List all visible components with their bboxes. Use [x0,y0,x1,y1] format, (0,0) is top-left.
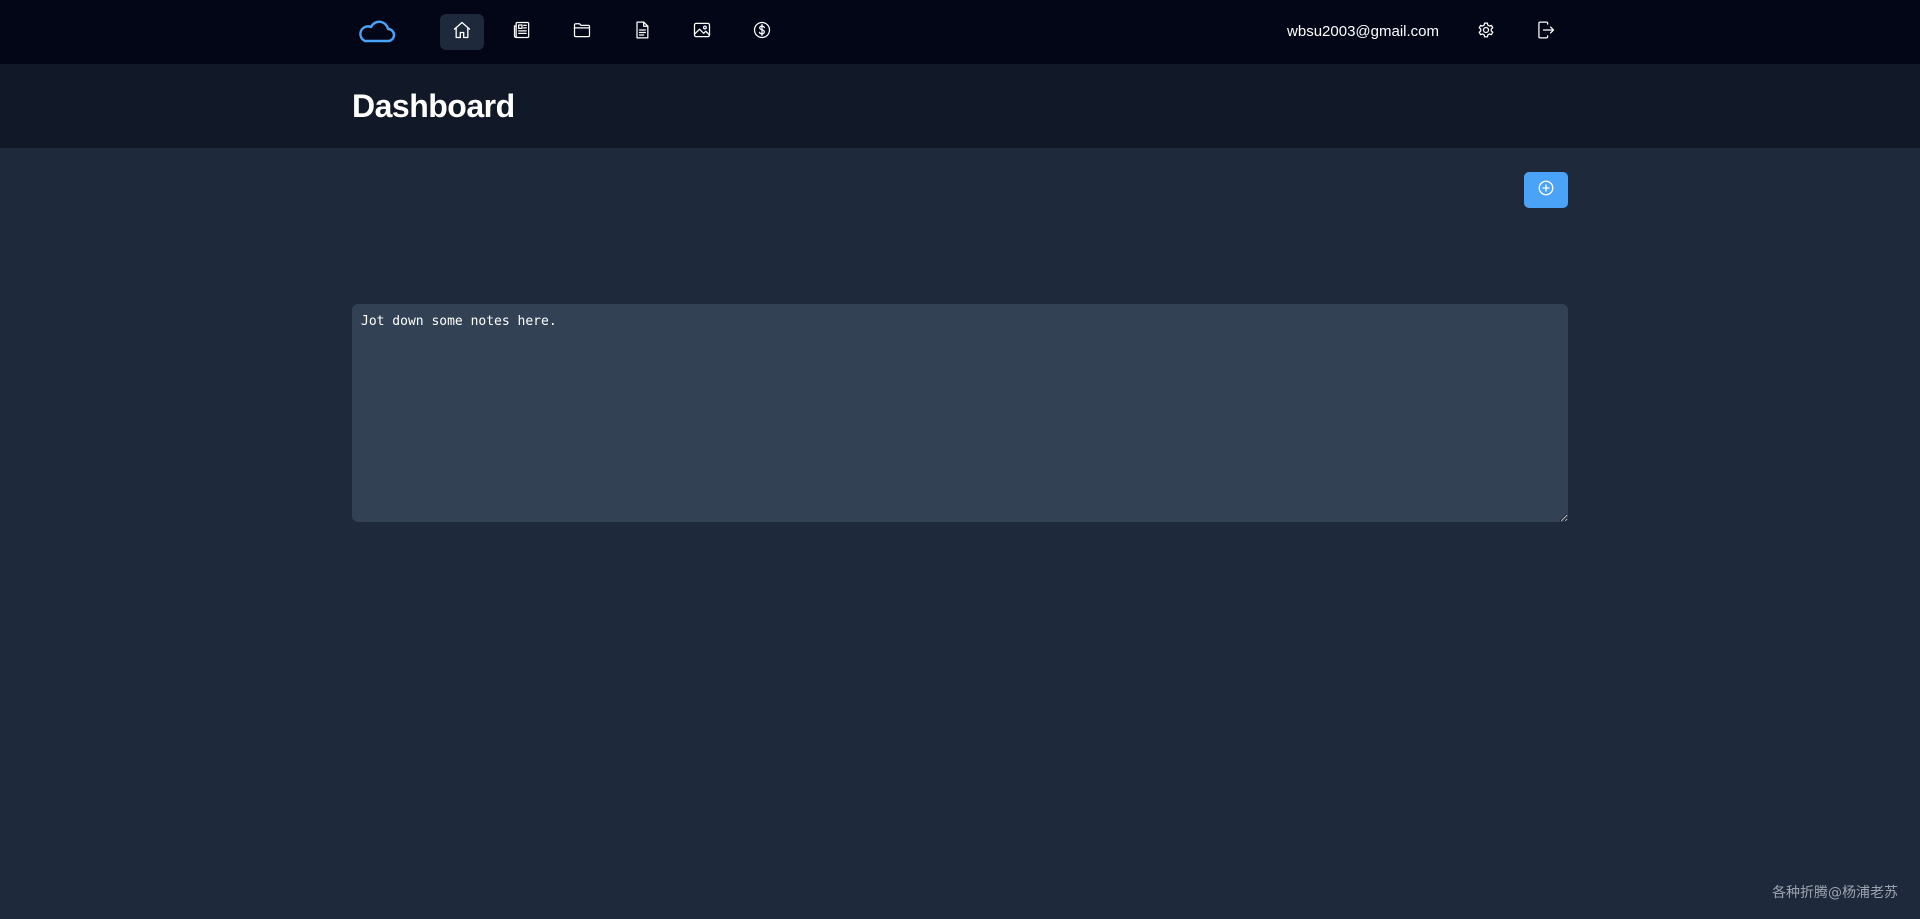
image-icon [692,20,712,45]
user-email[interactable]: wbsu2003@gmail.com [1287,22,1439,42]
add-widget-button[interactable] [1524,172,1568,208]
settings-button[interactable] [1464,14,1508,50]
nav-documents[interactable] [620,14,664,50]
home-icon [452,20,472,45]
nav-finance[interactable] [740,14,784,50]
document-icon [632,20,652,45]
newspaper-icon [512,20,532,45]
top-navbar-inner: wbsu2003@gmail.com [352,0,1568,64]
top-navbar: wbsu2003@gmail.com [0,0,1920,64]
logout-icon [1536,20,1556,45]
notes-textarea[interactable] [352,304,1568,522]
plus-circle-icon [1537,179,1555,202]
folder-icon [572,20,592,45]
nav-news[interactable] [500,14,544,50]
nav-home[interactable] [440,14,484,50]
page-title: Dashboard [352,88,515,124]
page-header [0,64,1920,148]
watermark-text: 各种折腾@杨浦老苏 [1772,885,1898,901]
nav-images[interactable] [680,14,724,50]
gear-icon [1476,20,1496,45]
cloud-icon[interactable] [356,18,396,46]
logout-button[interactable] [1524,14,1568,50]
dollar-icon [752,20,772,45]
nav-folders[interactable] [560,14,604,50]
